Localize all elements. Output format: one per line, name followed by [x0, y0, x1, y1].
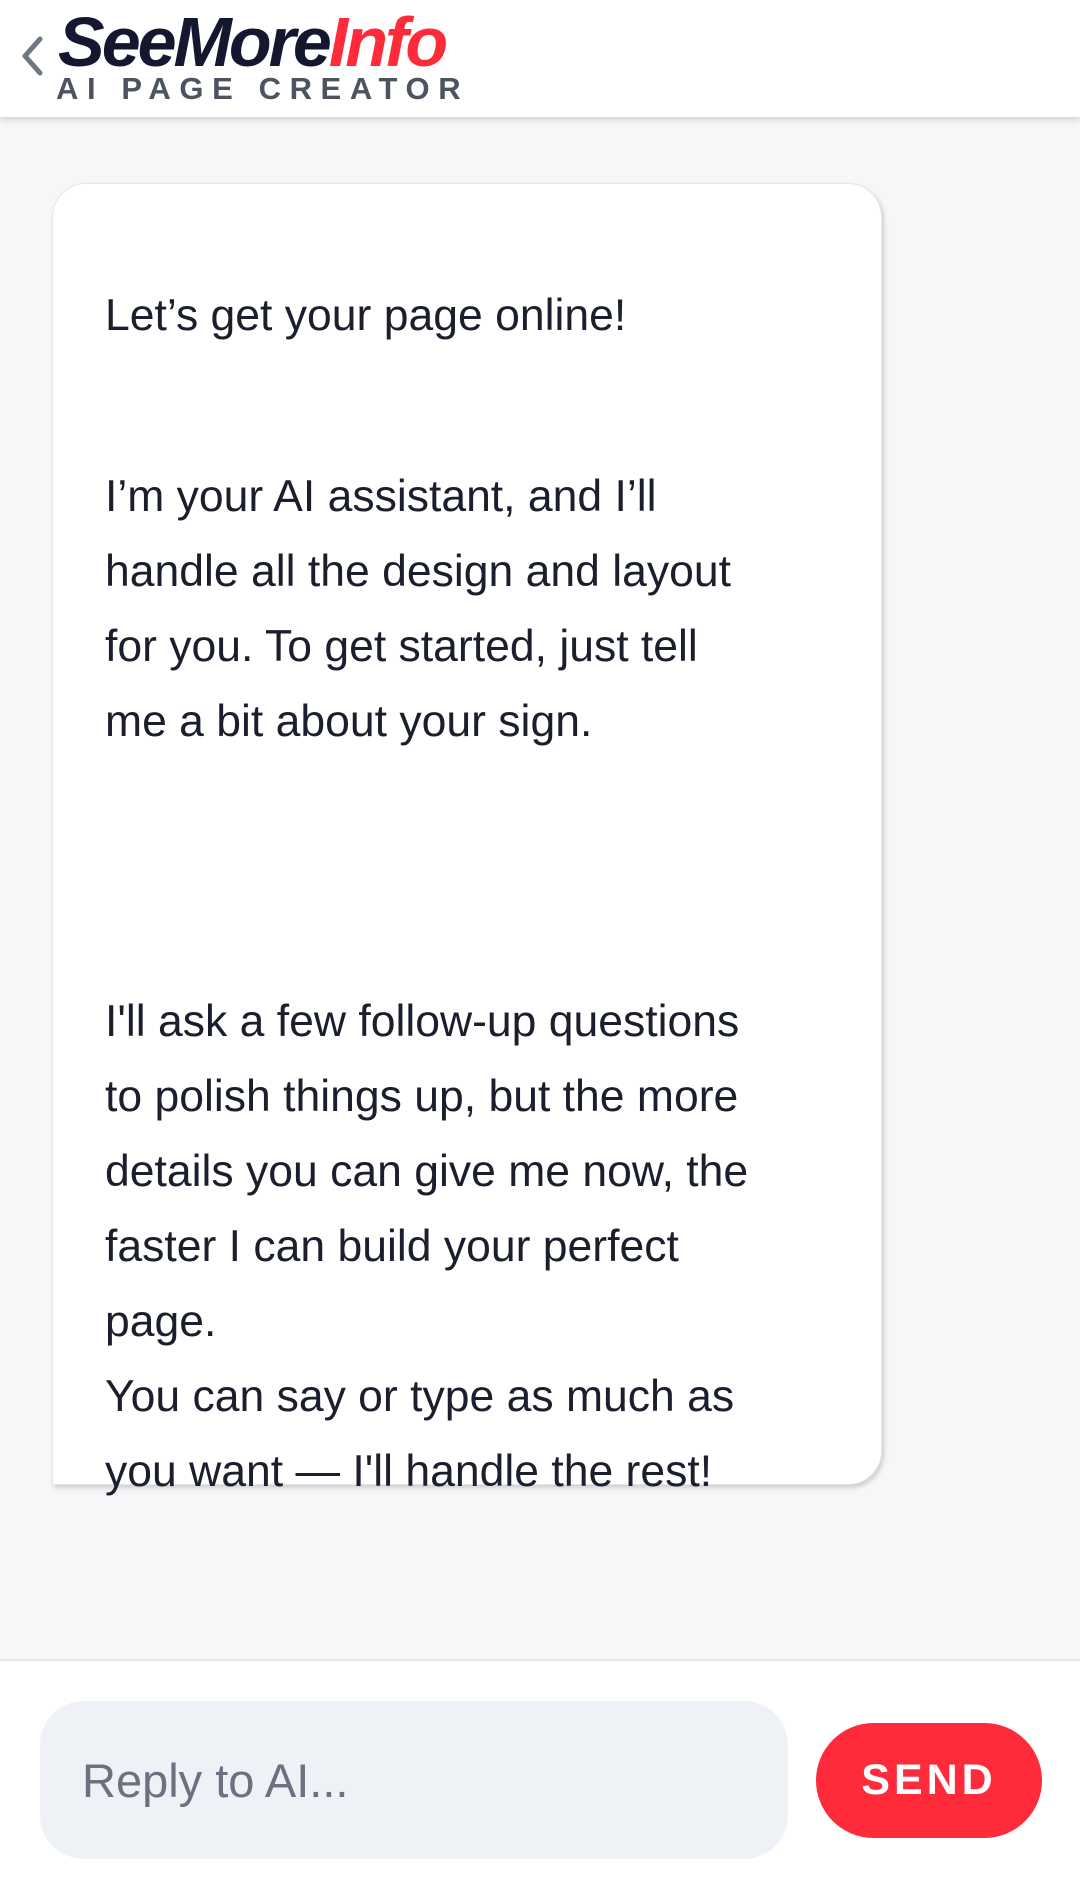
- message-paragraph: Let’s get your page online!: [105, 291, 627, 340]
- seemoreinfo-logo: SeeMoreInfo AI PAGE CREATOR: [56, 2, 478, 110]
- chat-area[interactable]: Let’s get your page online! I’m your AI …: [0, 117, 1080, 1659]
- send-button[interactable]: SEND: [816, 1723, 1042, 1838]
- composer-bar: SEND: [0, 1659, 1080, 1889]
- message-paragraph: You can say or type as much as you want …: [105, 1372, 735, 1496]
- logo-tagline: AI PAGE CREATOR: [56, 71, 470, 106]
- logo-wordmark: SeeMoreInfo: [58, 2, 448, 82]
- logo-wordmark-dark: SeeMore: [58, 3, 332, 81]
- app-header: SeeMoreInfo AI PAGE CREATOR: [0, 0, 1080, 117]
- logo-wordmark-red: Info: [328, 3, 448, 81]
- reply-input[interactable]: [40, 1701, 788, 1859]
- message-paragraph: I'll ask a few follow-up questions to po…: [105, 997, 749, 1346]
- back-button[interactable]: [14, 30, 50, 82]
- ai-message-bubble: Let’s get your page online! I’m your AI …: [52, 183, 882, 1496]
- message-paragraph: I’m your AI assistant, and I’ll handle a…: [105, 472, 731, 746]
- chevron-left-icon: [22, 36, 43, 76]
